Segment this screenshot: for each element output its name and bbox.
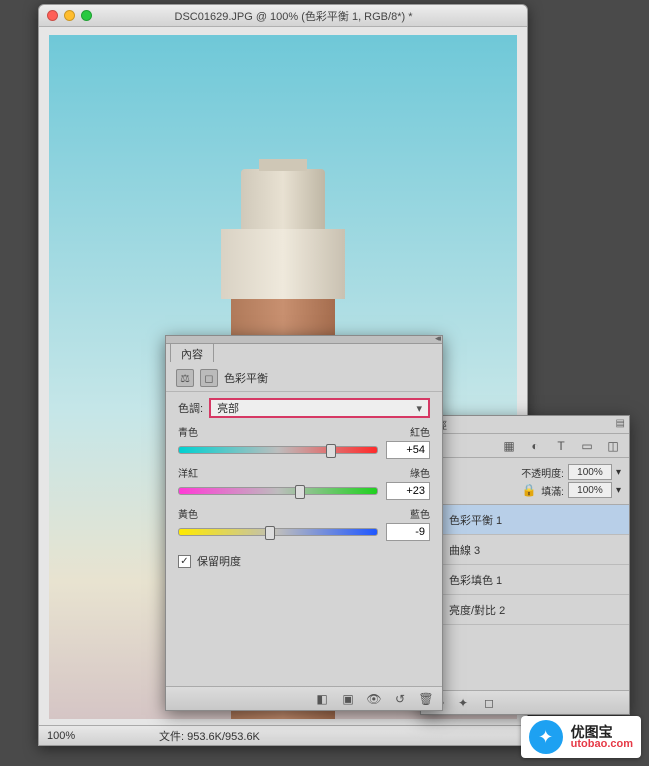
filter-shape-icon[interactable]: ▭ xyxy=(579,438,595,454)
filter-smart-icon[interactable]: ◫ xyxy=(605,438,621,454)
panel-tabbar xyxy=(166,336,442,344)
layers-footer: 👁 ✦ ◻ xyxy=(421,690,629,714)
view-previous-icon[interactable]: ◧ xyxy=(314,691,330,707)
slider-thumb[interactable] xyxy=(265,526,275,540)
slider-thumb[interactable] xyxy=(295,485,305,499)
window-title: DSC01629.JPG @ 100% (色彩平衡 1, RGB/8*) * xyxy=(100,8,527,24)
filter-image-icon[interactable]: ▦ xyxy=(501,438,517,454)
preset-icon[interactable]: ◻ xyxy=(200,369,218,387)
slider-value[interactable] xyxy=(386,523,430,541)
tone-row: 色調: 亮部 xyxy=(166,392,442,420)
panel-title: 色彩平衡 xyxy=(224,370,268,386)
filter-type-icon[interactable]: T xyxy=(553,438,569,454)
panel-footer: ◧ ▣ 👁 ↺ 🗑 xyxy=(166,686,442,710)
fill-label: 填滿: xyxy=(541,483,564,498)
zoom-icon[interactable] xyxy=(81,10,92,21)
layer-name: 色彩平衡 1 xyxy=(449,512,623,528)
layer-name: 色彩填色 1 xyxy=(449,572,623,588)
slider-cyan-red: 青色 紅色 xyxy=(166,420,442,461)
bird-icon: ✦ xyxy=(529,720,563,754)
status-bar: 100% 文件: 953.6K/953.6K xyxy=(39,725,527,745)
clip-icon[interactable]: ▣ xyxy=(340,691,356,707)
slider-left-label: 青色 xyxy=(178,424,198,439)
close-icon[interactable] xyxy=(47,10,58,21)
opacity-value[interactable]: 100% xyxy=(568,464,612,480)
opacity-stepper-icon[interactable]: ▾ xyxy=(616,467,621,478)
titlebar: DSC01629.JPG @ 100% (色彩平衡 1, RGB/8*) * xyxy=(39,5,527,27)
layer-row[interactable]: 色彩平衡 1 xyxy=(421,505,629,535)
adjustments-panel: 內容 ⚖ ◻ 色彩平衡 色調: 亮部 青色 紅色 洋紅 綠色 xyxy=(165,335,443,711)
watermark: ✦ 优图宝 utobao.com xyxy=(521,716,641,758)
layers-controls: 不透明度: 100% ▾ 🔒 填滿: 100% ▾ xyxy=(421,458,629,505)
layer-row[interactable]: 亮度/對比 2 xyxy=(421,595,629,625)
fill-stepper-icon[interactable]: ▾ xyxy=(616,485,621,496)
slider-value[interactable] xyxy=(386,482,430,500)
trash-icon[interactable]: 🗑 xyxy=(418,691,434,707)
slider-right-label: 紅色 xyxy=(410,424,430,439)
layer-row[interactable]: 曲線 3 xyxy=(421,535,629,565)
file-info: 文件: 953.6K/953.6K xyxy=(109,728,260,744)
layer-name: 曲線 3 xyxy=(449,542,623,558)
window-controls xyxy=(39,10,100,21)
fx-icon[interactable]: ✦ xyxy=(455,695,471,711)
watermark-text: 优图宝 utobao.com xyxy=(571,725,633,750)
panel-header: ⚖ ◻ 色彩平衡 xyxy=(166,363,442,392)
filter-adjust-icon[interactable]: ◐ xyxy=(527,438,543,454)
balance-icon: ⚖ xyxy=(176,369,194,387)
preserve-label: 保留明度 xyxy=(197,553,241,569)
minimize-icon[interactable] xyxy=(64,10,75,21)
zoom-level[interactable]: 100% xyxy=(39,730,109,742)
eye-icon[interactable]: 👁 xyxy=(366,691,382,707)
slider-magenta-green: 洋紅 綠色 xyxy=(166,461,442,502)
slider-track[interactable] xyxy=(178,528,378,536)
layers-panel: 路徑 ▦ ◐ T ▭ ◫ 不透明度: 100% ▾ 🔒 填滿: 100% ▾ 色… xyxy=(420,415,630,715)
checkbox-icon[interactable]: ✓ xyxy=(178,555,191,568)
slider-yellow-blue: 黃色 藍色 xyxy=(166,502,442,543)
tone-value: 亮部 xyxy=(217,400,239,416)
slider-value[interactable] xyxy=(386,441,430,459)
slider-right-label: 藍色 xyxy=(410,506,430,521)
layers-tab[interactable]: 路徑 xyxy=(421,416,629,434)
fill-value[interactable]: 100% xyxy=(568,482,612,498)
layer-row[interactable]: 色彩填色 1 xyxy=(421,565,629,595)
preserve-luminosity-row[interactable]: ✓ 保留明度 xyxy=(166,543,442,579)
tone-label: 色調: xyxy=(178,400,203,416)
lock-icon[interactable]: 🔒 xyxy=(521,482,537,498)
slider-thumb[interactable] xyxy=(326,444,336,458)
slider-left-label: 洋紅 xyxy=(178,465,198,480)
watermark-domain: utobao.com xyxy=(571,739,633,750)
tone-select[interactable]: 亮部 xyxy=(209,398,430,418)
slider-track[interactable] xyxy=(178,446,378,454)
slider-right-label: 綠色 xyxy=(410,465,430,480)
mask-icon[interactable]: ◻ xyxy=(481,695,497,711)
layer-list: 色彩平衡 1 曲線 3 色彩填色 1 亮度/對比 2 xyxy=(421,505,629,625)
reset-icon[interactable]: ↺ xyxy=(392,691,408,707)
slider-left-label: 黃色 xyxy=(178,506,198,521)
slider-track[interactable] xyxy=(178,487,378,495)
panel-tab[interactable]: 內容 xyxy=(170,344,214,362)
opacity-label: 不透明度: xyxy=(521,465,564,480)
layer-name: 亮度/對比 2 xyxy=(449,602,623,618)
layers-filter-row: ▦ ◐ T ▭ ◫ xyxy=(421,434,629,458)
